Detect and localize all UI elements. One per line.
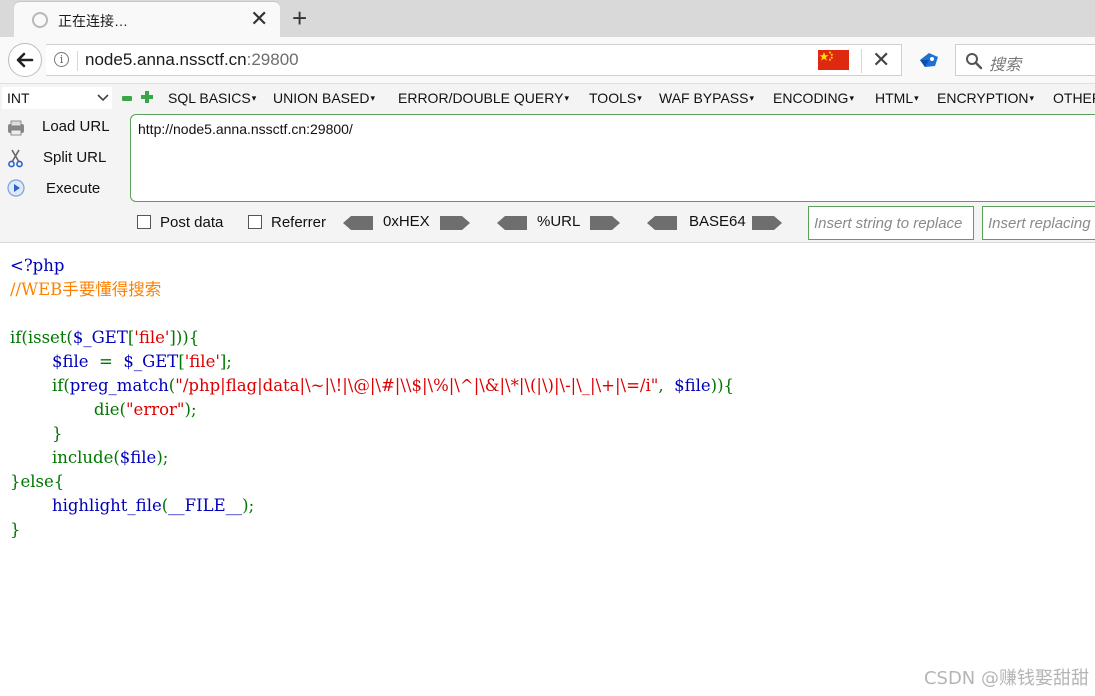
menu-other[interactable]: OTHER [1053, 90, 1095, 106]
menu-sql-basics[interactable]: SQL BASICS▾ [168, 90, 256, 106]
menu-html[interactable]: HTML▾ [875, 90, 919, 106]
code-line: if(isset($_GET['file'])){ [10, 328, 200, 347]
url-bar[interactable]: i node5.anna.nssctf.cn:29800 ✕ [46, 44, 902, 76]
navigation-bar: i node5.anna.nssctf.cn:29800 ✕ 搜索 [0, 37, 1095, 84]
load-url-icon[interactable] [6, 118, 26, 138]
menu-label: HTML [875, 90, 914, 106]
menu-arrow-icon: ▾ [749, 93, 754, 103]
menu-label: ERROR/DOUBLE QUERY [398, 90, 564, 106]
source-code: <?php //WEB手要懂得搜索 if(isset($_GET['file']… [10, 254, 734, 542]
menu-label: ENCODING [773, 90, 849, 106]
encode-arrow-icon[interactable] [590, 216, 620, 230]
plus-icon[interactable] [141, 91, 153, 103]
tab-title: 正在连接… [58, 13, 128, 29]
tab-close-icon[interactable]: ✕ [250, 6, 268, 32]
code-line: highlight_file(__FILE__); [51, 496, 255, 515]
url-text[interactable]: node5.anna.nssctf.cn:29800 [85, 50, 299, 70]
encode-arrow-icon[interactable] [440, 216, 470, 230]
tab-strip: 正在连接… ✕ + [0, 0, 1095, 37]
menu-error-double-query[interactable]: ERROR/DOUBLE QUERY▾ [398, 90, 569, 106]
code-line: if(preg_match("/php|flag|data|\~|\!|\@|\… [10, 376, 735, 395]
menu-arrow-icon: ▾ [1029, 93, 1035, 103]
encode-arrow-icon[interactable] [752, 216, 782, 230]
replace-string-input[interactable]: Insert string to replace [808, 206, 974, 240]
scissors-icon[interactable] [6, 148, 26, 168]
watermark: CSDN @赚钱娶甜甜 [923, 668, 1089, 689]
post-data-label: Post data [160, 214, 224, 231]
menu-arrow-icon: ▾ [251, 93, 257, 103]
menu-label: WAF BYPASS [659, 90, 749, 106]
extension-icon[interactable] [917, 51, 941, 69]
url-port: :29800 [246, 50, 299, 69]
menu-union-based[interactable]: UNION BASED▾ [273, 90, 375, 106]
code-line: die("error"); [10, 400, 197, 419]
menu-waf-bypass[interactable]: WAF BYPASS▾ [659, 90, 754, 106]
menu-arrow-icon: ▾ [914, 93, 919, 103]
back-button[interactable] [8, 43, 42, 77]
minus-icon[interactable] [122, 96, 132, 101]
menu-label: ENCRYPTION [937, 90, 1029, 106]
referrer-label: Referrer [271, 214, 327, 231]
code-line: }else{ [10, 472, 65, 491]
tab-active[interactable]: 正在连接… ✕ [14, 2, 280, 37]
code-line: <?php [10, 256, 65, 275]
search-bar[interactable]: 搜索 [955, 44, 1095, 76]
play-icon[interactable] [6, 178, 26, 198]
loading-spinner-icon [32, 12, 48, 28]
hackbar-panel: INT SQL BASICS▾ UNION BASED▾ ERROR/DOUBL… [0, 84, 1095, 243]
code-line: include($file); [10, 448, 169, 467]
menu-encryption[interactable]: ENCRYPTION▾ [937, 90, 1034, 106]
decode-arrow-icon[interactable] [647, 216, 677, 230]
code-line: } [10, 520, 21, 539]
hex-label: 0xHEX [383, 213, 430, 230]
info-icon[interactable]: i [54, 52, 69, 67]
type-select[interactable]: INT [2, 87, 112, 109]
menu-arrow-icon: ▾ [637, 93, 642, 103]
code-line: } [10, 424, 63, 443]
menu-arrow-icon: ▾ [849, 93, 854, 103]
menu-label: SQL BASICS [168, 90, 251, 106]
execute-button[interactable]: Execute [46, 180, 100, 197]
url-encode-label: %URL [537, 213, 581, 230]
stop-icon[interactable]: ✕ [872, 47, 890, 73]
menu-label: OTHER [1053, 90, 1095, 106]
split-url-button[interactable]: Split URL [43, 149, 106, 166]
base64-label: BASE64 [689, 213, 746, 230]
search-input[interactable]: 搜索 [989, 51, 1021, 75]
referrer-checkbox[interactable] [248, 215, 262, 229]
menu-label: TOOLS [589, 90, 637, 106]
url-divider [861, 49, 862, 73]
post-data-checkbox[interactable] [137, 215, 151, 229]
url-host: node5.anna.nssctf.cn [85, 50, 247, 69]
code-line: $file = $_GET['file']; [51, 352, 232, 371]
new-tab-icon[interactable]: + [292, 3, 307, 33]
type-select-value: INT [7, 90, 30, 106]
menu-arrow-icon: ▾ [564, 93, 569, 103]
replacing-string-input[interactable]: Insert replacing string [982, 206, 1095, 240]
url-textarea[interactable]: http://node5.anna.nssctf.cn:29800/ [130, 114, 1095, 202]
replacing-string-placeholder: Insert replacing string [988, 215, 1095, 232]
decode-arrow-icon[interactable] [497, 216, 527, 230]
load-url-button[interactable]: Load URL [42, 118, 110, 135]
replace-string-placeholder: Insert string to replace [814, 215, 963, 232]
search-icon [966, 53, 983, 70]
decode-arrow-icon[interactable] [343, 216, 373, 230]
code-comment: //WEB手要懂得搜索 [10, 280, 162, 299]
url-textarea-value: http://node5.anna.nssctf.cn:29800/ [138, 121, 353, 137]
menu-label: UNION BASED [273, 90, 370, 106]
china-flag-icon [818, 50, 849, 70]
menu-arrow-icon: ▾ [370, 93, 375, 103]
chevron-down-icon [97, 88, 109, 109]
url-divider [77, 51, 78, 71]
back-arrow-icon [16, 52, 34, 68]
menu-tools[interactable]: TOOLS▾ [589, 90, 642, 106]
menu-encoding[interactable]: ENCODING▾ [773, 90, 854, 106]
